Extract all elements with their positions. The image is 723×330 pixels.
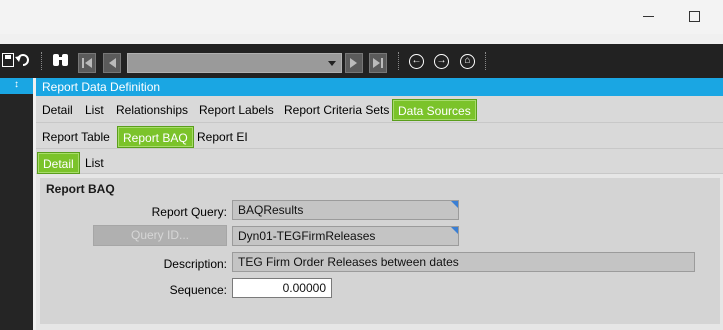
sequence-label: Sequence: [169, 283, 227, 297]
panel-title: Report Data Definition [42, 80, 161, 94]
report-query-label: Report Query: [151, 205, 227, 219]
tab-view-detail[interactable]: Detail [37, 152, 80, 174]
save-icon[interactable] [1, 52, 15, 71]
report-query-value: BAQResults [238, 203, 304, 217]
next-record-icon[interactable] [345, 53, 363, 73]
tab-view-list[interactable]: List [80, 152, 109, 174]
back-icon[interactable]: ← [409, 54, 424, 69]
tab-list[interactable]: List [80, 99, 109, 121]
maximize-icon[interactable] [687, 9, 701, 23]
toolbar-separator [41, 52, 44, 70]
view-tab-row: Detail List [36, 149, 723, 174]
tab-report-labels[interactable]: Report Labels [194, 99, 279, 121]
panel-title-bar: Report Data Definition [36, 78, 723, 96]
window-titlebar [0, 0, 723, 34]
description-field[interactable]: TEG Firm Order Releases between dates [232, 252, 695, 272]
tab-report-ei[interactable]: Report EI [192, 126, 253, 148]
description-label: Description: [163, 257, 227, 271]
sub-tab-row: Report Table Report BAQ Report EI [36, 123, 723, 149]
tab-report-criteria-sets[interactable]: Report Criteria Sets [279, 99, 394, 121]
chevron-down-icon [328, 61, 336, 66]
toolbar-separator [485, 52, 488, 70]
tab-report-table[interactable]: Report Table [37, 126, 115, 148]
first-record-icon[interactable] [78, 53, 96, 73]
tab-data-sources[interactable]: Data Sources [392, 99, 477, 121]
pin-icon: ↕ [14, 79, 19, 90]
home-icon[interactable]: ⌂ [460, 54, 475, 69]
tab-relationships[interactable]: Relationships [111, 99, 193, 121]
left-dock-strip [0, 78, 33, 330]
query-id-button[interactable]: Query ID... [93, 225, 227, 246]
main-tab-row: Detail List Relationships Report Labels … [36, 96, 723, 123]
tab-detail[interactable]: Detail [37, 99, 78, 121]
pin-button[interactable]: ↕ [0, 78, 33, 94]
group-title: Report BAQ [46, 182, 115, 196]
report-baq-group: Report BAQ Report Query: BAQResults Quer… [40, 178, 720, 324]
binoculars-icon[interactable] [52, 53, 69, 71]
field-corner-marker [451, 201, 458, 208]
undo-icon[interactable] [15, 53, 31, 71]
sequence-field[interactable]: 0.00000 [232, 278, 332, 298]
query-id-value: Dyn01-TEGFirmReleases [238, 229, 376, 243]
toolbar: ← → ⌂ [0, 44, 723, 78]
toolbar-separator [398, 52, 401, 70]
description-value: TEG Firm Order Releases between dates [238, 255, 459, 269]
content-area: Report BAQ Report Query: BAQResults Quer… [36, 174, 723, 330]
last-record-icon[interactable] [369, 53, 387, 73]
forward-icon[interactable]: → [434, 54, 449, 69]
minimize-icon[interactable] [641, 9, 655, 23]
record-navigator-dropdown[interactable] [127, 53, 342, 73]
report-query-field[interactable]: BAQResults [232, 200, 459, 220]
query-id-field[interactable]: Dyn01-TEGFirmReleases [232, 226, 459, 246]
tab-report-baq[interactable]: Report BAQ [117, 126, 194, 148]
previous-record-icon[interactable] [103, 53, 121, 73]
field-corner-marker [451, 227, 458, 234]
